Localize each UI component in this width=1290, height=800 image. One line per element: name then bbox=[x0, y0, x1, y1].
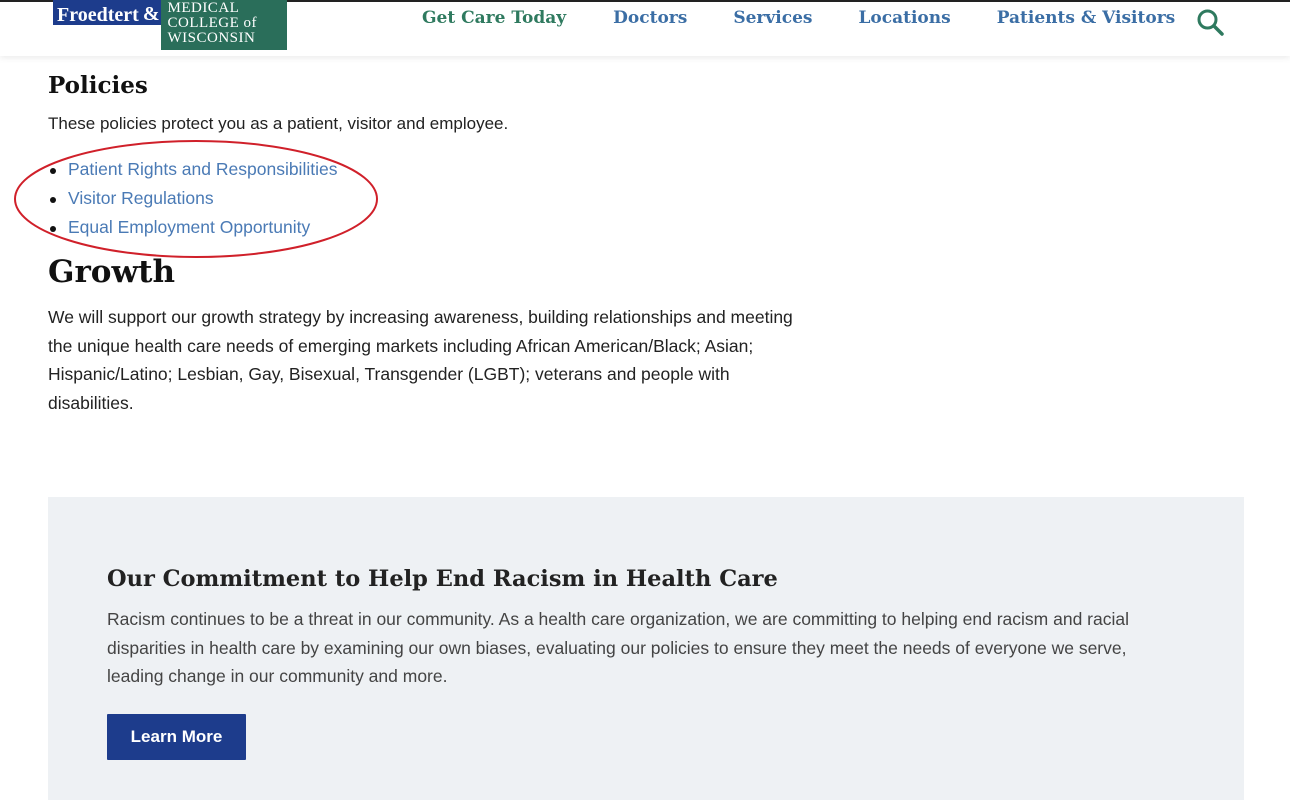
link-visitor-regulations[interactable]: Visitor Regulations bbox=[68, 188, 214, 208]
policy-links-list: Patient Rights and Responsibilities Visi… bbox=[48, 156, 337, 243]
search-icon[interactable] bbox=[1196, 8, 1224, 36]
list-item: Equal Employment Opportunity bbox=[48, 214, 337, 243]
page: Froedtert & MEDICAL COLLEGE of WISCONSIN… bbox=[0, 0, 1290, 800]
logo-ampersand: & bbox=[142, 0, 162, 25]
growth-heading: Growth bbox=[48, 254, 176, 290]
policies-intro: These policies protect you as a patient,… bbox=[48, 114, 509, 133]
commitment-text: Racism continues to be a threat in our c… bbox=[107, 609, 1129, 686]
link-patient-rights[interactable]: Patient Rights and Responsibilities bbox=[68, 159, 337, 179]
site-logo[interactable]: Froedtert & MEDICAL COLLEGE of WISCONSIN bbox=[53, 0, 287, 50]
nav-locations[interactable]: Locations bbox=[858, 8, 950, 28]
site-header: Froedtert & MEDICAL COLLEGE of WISCONSIN… bbox=[0, 0, 1290, 56]
nav-doctors[interactable]: Doctors bbox=[613, 8, 687, 28]
logo-froedtert-text: Froedtert bbox=[53, 0, 143, 25]
nav-patients-visitors[interactable]: Patients & Visitors bbox=[997, 8, 1176, 28]
main-nav: Get Care Today Doctors Services Location… bbox=[422, 8, 1175, 28]
list-item: Visitor Regulations bbox=[48, 185, 337, 214]
nav-services[interactable]: Services bbox=[733, 8, 812, 28]
link-equal-employment[interactable]: Equal Employment Opportunity bbox=[68, 217, 310, 237]
growth-text: We will support our growth strategy by i… bbox=[48, 307, 793, 413]
logo-mcw-line1: MEDICAL bbox=[167, 0, 240, 16]
logo-mcw-line3: WISCONSIN bbox=[167, 30, 256, 46]
policies-heading: Policies bbox=[48, 72, 148, 99]
commitment-heading: Our Commitment to Help End Racism in Hea… bbox=[107, 566, 778, 592]
learn-more-button[interactable]: Learn More bbox=[107, 714, 246, 760]
nav-get-care-today[interactable]: Get Care Today bbox=[422, 8, 566, 28]
list-item: Patient Rights and Responsibilities bbox=[48, 156, 337, 185]
logo-mcw-block: MEDICAL COLLEGE of WISCONSIN bbox=[161, 0, 287, 50]
commitment-panel: Our Commitment to Help End Racism in Hea… bbox=[48, 497, 1244, 800]
logo-mcw-line2: COLLEGE of bbox=[167, 15, 258, 31]
